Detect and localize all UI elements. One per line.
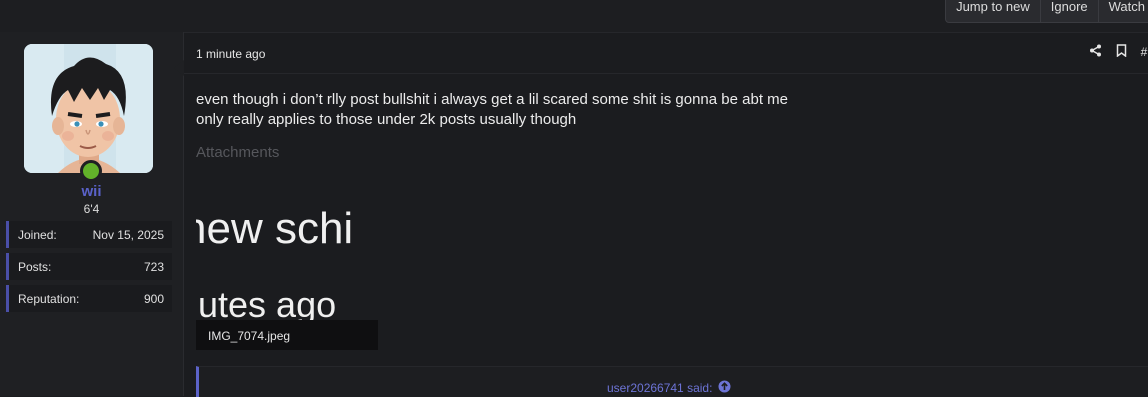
thread-toolbar: Jump to new Ignore Watch <box>0 0 1148 33</box>
post-body: even though i don’t rlly post bullshit i… <box>196 90 788 130</box>
post-header: 1 minute ago #1 <box>184 32 1148 74</box>
attachments-heading: Attachments <box>196 144 280 161</box>
thread-actions: Jump to new Ignore Watch <box>945 0 1148 23</box>
ignore-button[interactable]: Ignore <box>1039 0 1098 22</box>
share-icon[interactable] <box>1089 44 1102 60</box>
avatar[interactable] <box>24 44 153 173</box>
post-user-panel: wii 6'4 Joined: Nov 15, 2025 Posts: 723 … <box>0 32 184 396</box>
attachment-image-text: new schi <box>196 204 354 253</box>
post-number[interactable]: #1 <box>1141 45 1148 59</box>
stat-label: Posts: <box>18 260 52 274</box>
post-timestamp[interactable]: 1 minute ago <box>196 47 265 61</box>
quote-attribution[interactable]: user20266741 said: <box>607 380 731 396</box>
online-status-indicator <box>80 160 102 182</box>
quote-author[interactable]: user20266741 said: <box>607 381 712 395</box>
stat-posts: Posts: 723 <box>6 253 172 280</box>
quote-block: user20266741 said: <box>196 366 1148 397</box>
user-title: 6'4 <box>83 202 100 216</box>
stat-joined: Joined: Nov 15, 2025 <box>6 221 172 248</box>
post-text-line: only really applies to those under 2k po… <box>196 111 577 128</box>
attachment-filename: IMG_7074.jpeg <box>208 329 291 343</box>
attachment-thumbnail[interactable]: new schi utes ago IMG_7074.jpeg <box>196 188 378 350</box>
stat-value: Nov 15, 2025 <box>92 228 164 242</box>
post-text-line: even though i don’t rlly post bullshit i… <box>196 91 788 108</box>
user-panel-pointer <box>174 60 184 76</box>
username[interactable]: wii <box>0 183 183 200</box>
stat-label: Joined: <box>18 228 57 242</box>
post-header-actions: #1 <box>1089 44 1148 60</box>
stat-reputation: Reputation: 900 <box>6 285 172 312</box>
stat-value: 900 <box>143 292 164 306</box>
jump-to-new-button[interactable]: Jump to new <box>946 0 1040 22</box>
attachment-caption: IMG_7074.jpeg <box>196 320 378 350</box>
arrow-up-circle-icon[interactable] <box>718 380 731 396</box>
stat-label: Reputation: <box>18 292 80 306</box>
stat-value: 723 <box>143 260 164 274</box>
bookmark-icon[interactable] <box>1116 44 1127 60</box>
watch-button[interactable]: Watch <box>1097 0 1148 22</box>
